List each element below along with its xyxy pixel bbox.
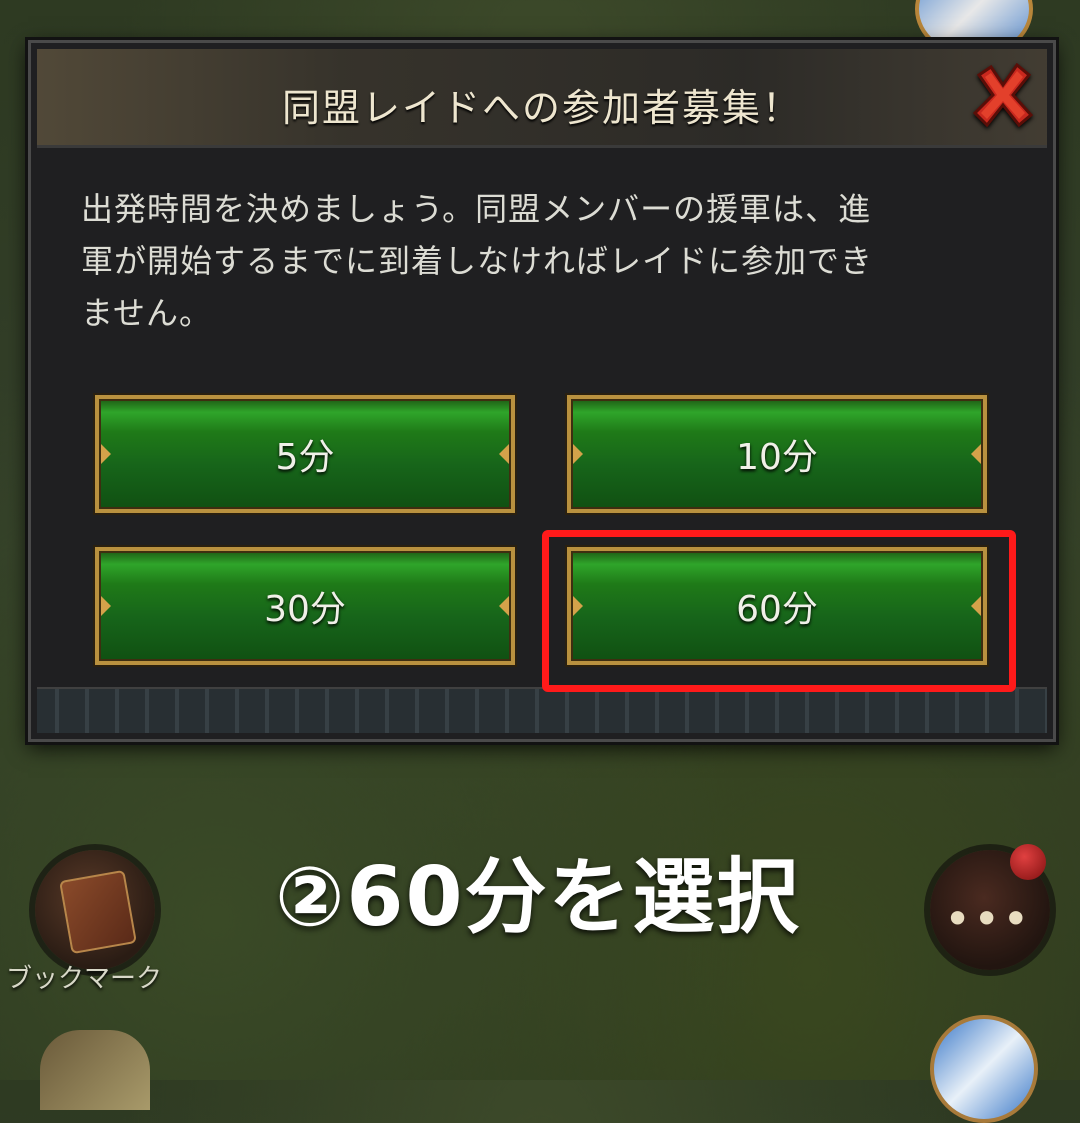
option-5min-button[interactable]: 5分 [95,395,515,513]
option-label: 10分 [736,437,818,478]
highlight-box [542,530,1016,692]
dialog-description: 出発時間を決めましょう。同盟メンバーの援軍は、進 軍が開始するまでに到着しなけれ… [81,183,1003,339]
more-button[interactable]: ••• [930,844,1050,970]
instruction-caption: ②60分を選択 [275,850,801,945]
bookmark-button[interactable] [35,850,155,970]
bookmark-label: ブックマーク [6,964,163,994]
shield-icon[interactable] [930,1015,1038,1123]
more-dots-icon: ••• [944,892,1032,946]
option-10min-button[interactable]: 10分 [567,395,987,513]
book-icon [59,869,137,955]
option-label: 5分 [275,437,335,478]
notification-dot-icon [1010,844,1046,880]
description-line: ません。 [81,294,213,332]
map-tile-icon [40,1030,150,1110]
option-30min-button[interactable]: 30分 [95,547,515,665]
description-line: 出発時間を決めましょう。同盟メンバーの援軍は、進 [81,190,872,228]
option-label: 30分 [264,589,346,630]
description-line: 軍が開始するまでに到着しなければレイドに参加でき [81,242,874,280]
close-button[interactable] [967,59,1039,131]
dialog-header: 同盟レイドへの参加者募集！ [37,49,1047,148]
dialog-title: 同盟レイドへの参加者募集！ [281,86,802,130]
close-x-icon [972,63,1034,127]
dialog-footer-ornament [37,687,1047,733]
